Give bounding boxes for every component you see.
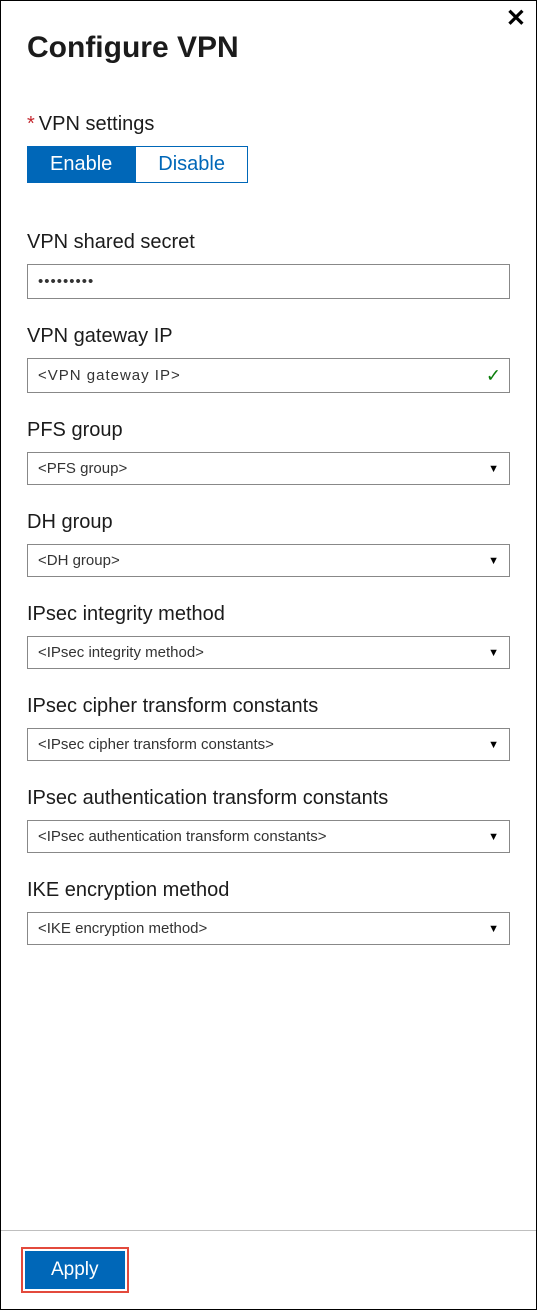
vpn-settings-toggle: Enable Disable <box>27 146 510 183</box>
dh-group-label: DH group <box>27 511 510 534</box>
close-button[interactable]: ✕ <box>506 7 526 31</box>
check-icon: ✓ <box>486 365 501 386</box>
enable-button[interactable]: Enable <box>27 146 135 183</box>
dh-group-value: <DH group> <box>28 545 509 576</box>
pfs-group-select[interactable]: <PFS group> ▼ <box>27 452 510 485</box>
shared-secret-control <box>27 264 510 299</box>
gateway-ip-control: ✓ <box>27 358 510 393</box>
ipsec-cipher-value: <IPsec cipher transform constants> <box>28 729 509 760</box>
ipsec-auth-label: IPsec authentication transform constants <box>27 787 510 810</box>
pfs-group-value: <PFS group> <box>28 453 509 484</box>
panel-title: Configure VPN <box>27 31 510 65</box>
panel-footer: Apply <box>1 1230 536 1309</box>
vpn-settings-text: VPN settings <box>39 113 155 136</box>
vpn-settings-label: * VPN settings <box>27 113 510 136</box>
gateway-ip-label: VPN gateway IP <box>27 325 510 348</box>
disable-button[interactable]: Disable <box>135 146 248 183</box>
ipsec-cipher-select[interactable]: <IPsec cipher transform constants> ▼ <box>27 728 510 761</box>
chevron-down-icon: ▼ <box>488 463 499 475</box>
ipsec-integrity-value: <IPsec integrity method> <box>28 637 509 668</box>
panel-content: Configure VPN * VPN settings Enable Disa… <box>1 1 536 1230</box>
chevron-down-icon: ▼ <box>488 831 499 843</box>
chevron-down-icon: ▼ <box>488 555 499 567</box>
chevron-down-icon: ▼ <box>488 923 499 935</box>
chevron-down-icon: ▼ <box>488 739 499 751</box>
pfs-group-label: PFS group <box>27 419 510 442</box>
required-asterisk: * <box>27 113 35 136</box>
ike-encrypt-select[interactable]: <IKE encryption method> ▼ <box>27 912 510 945</box>
ipsec-auth-select[interactable]: <IPsec authentication transform constant… <box>27 820 510 853</box>
shared-secret-input[interactable] <box>28 265 509 298</box>
gateway-ip-input[interactable] <box>28 359 509 392</box>
chevron-down-icon: ▼ <box>488 647 499 659</box>
close-icon: ✕ <box>506 5 526 32</box>
dh-group-select[interactable]: <DH group> ▼ <box>27 544 510 577</box>
ipsec-integrity-select[interactable]: <IPsec integrity method> ▼ <box>27 636 510 669</box>
shared-secret-label: VPN shared secret <box>27 231 510 254</box>
ipsec-integrity-label: IPsec integrity method <box>27 603 510 626</box>
ike-encrypt-label: IKE encryption method <box>27 879 510 902</box>
apply-button[interactable]: Apply <box>25 1251 125 1289</box>
ipsec-cipher-label: IPsec cipher transform constants <box>27 695 510 718</box>
ike-encrypt-value: <IKE encryption method> <box>28 913 509 944</box>
apply-highlight: Apply <box>21 1247 129 1293</box>
ipsec-auth-value: <IPsec authentication transform constant… <box>28 821 509 852</box>
